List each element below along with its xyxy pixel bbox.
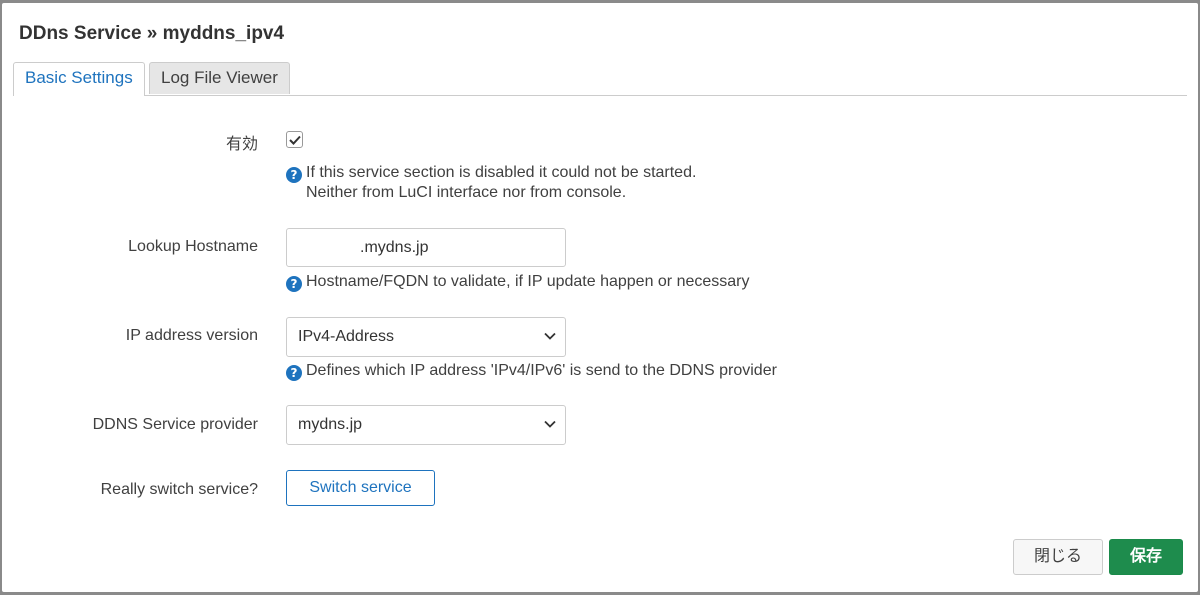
ip-version-select[interactable]: IPv4-Address bbox=[286, 317, 566, 357]
ddns-service-dialog: DDns Service » myddns_ipv4 Basic Setting… bbox=[2, 3, 1198, 592]
lookup-hostname-input[interactable]: .mydns.jp bbox=[286, 228, 566, 267]
tab-bar: Basic Settings Log File Viewer bbox=[13, 62, 1187, 96]
help-icon: ? bbox=[286, 276, 302, 292]
help-icon: ? bbox=[286, 167, 302, 183]
lookup-hostname-help-text: Hostname/FQDN to validate, if IP update … bbox=[306, 273, 750, 290]
lookup-hostname-label: Lookup Hostname bbox=[128, 238, 258, 255]
tab-log-file-viewer[interactable]: Log File Viewer bbox=[149, 62, 290, 94]
service-provider-value: mydns.jp bbox=[298, 416, 363, 433]
enabled-help-line1: If this service section is disabled it c… bbox=[306, 164, 697, 181]
save-button[interactable]: 保存 bbox=[1109, 539, 1183, 575]
dialog-title: DDns Service » myddns_ipv4 bbox=[19, 23, 285, 44]
ip-version-label: IP address version bbox=[125, 327, 258, 344]
chevron-down-icon bbox=[544, 332, 556, 340]
service-provider-label: DDNS Service provider bbox=[92, 416, 258, 433]
enabled-label: 有効 bbox=[225, 136, 258, 153]
ip-version-help-text: Defines which IP address 'IPv4/IPv6' is … bbox=[306, 362, 777, 379]
ip-version-help: ? Defines which IP address 'IPv4/IPv6' is… bbox=[286, 361, 777, 381]
close-button[interactable]: 閉じる bbox=[1013, 539, 1103, 575]
checkmark-icon bbox=[288, 135, 301, 145]
enabled-help-line2: Neither from LuCI interface nor from con… bbox=[306, 184, 627, 201]
help-icon: ? bbox=[286, 365, 302, 381]
ip-version-value: IPv4-Address bbox=[298, 328, 395, 345]
enabled-checkbox[interactable] bbox=[286, 131, 303, 148]
lookup-hostname-help: ? Hostname/FQDN to validate, if IP update… bbox=[286, 272, 750, 292]
tab-basic-settings[interactable]: Basic Settings bbox=[13, 62, 145, 96]
switch-service-label: Really switch service? bbox=[100, 481, 258, 498]
service-provider-select[interactable]: mydns.jp bbox=[286, 405, 566, 445]
enabled-help: ? If this service section is disabled it … bbox=[286, 163, 696, 203]
switch-service-button[interactable]: Switch service bbox=[286, 470, 435, 506]
chevron-down-icon bbox=[544, 420, 556, 428]
